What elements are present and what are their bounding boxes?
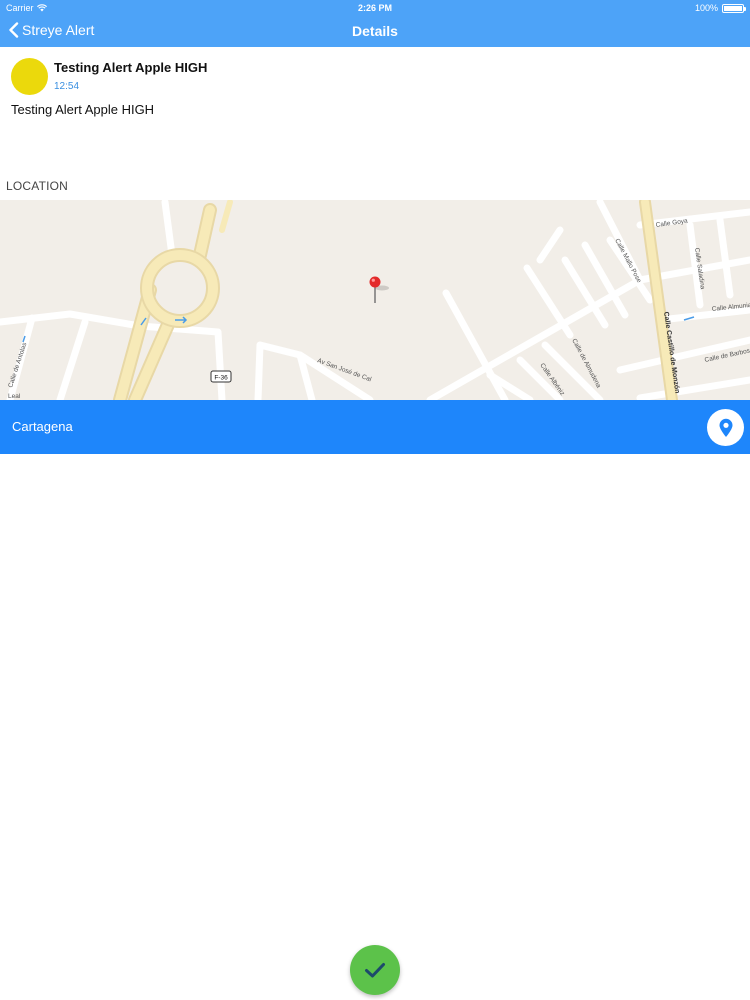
checkmark-icon — [365, 963, 385, 978]
battery-fill — [724, 5, 742, 11]
back-button[interactable]: Streye Alert — [8, 22, 94, 38]
location-section-label: LOCATION — [6, 179, 69, 193]
location-bar: Cartagena — [0, 400, 750, 454]
alert-message: Testing Alert Apple HIGH — [11, 102, 155, 117]
location-name: Cartagena — [12, 419, 73, 434]
status-time: 2:26 PM — [357, 3, 392, 13]
road-shield-f36: F-36 — [210, 370, 232, 383]
confirm-button[interactable] — [350, 945, 400, 995]
navigation-bar: Streye Alert Details — [0, 16, 750, 47]
alert-title: Testing Alert Apple HIGH — [54, 60, 208, 75]
street-label: Leal — [8, 393, 21, 400]
page-title: Details — [352, 23, 398, 39]
status-bar: Carrier 2:26 PM 100% — [0, 0, 750, 16]
battery-percent: 100% — [694, 3, 718, 13]
map-canvas[interactable]: F-36 Calle de Antolas Av San José de Cal… — [0, 200, 750, 400]
alert-avatar — [11, 58, 48, 95]
battery-icon — [722, 3, 746, 13]
back-button-label: Streye Alert — [22, 22, 95, 38]
top-bar: Carrier 2:26 PM 100% Streye Alert Detail… — [0, 0, 750, 47]
alert-time: 12:54 — [54, 81, 80, 92]
location-map[interactable]: F-36 Calle de Antolas Av San José de Cal… — [0, 200, 750, 400]
open-location-button[interactable] — [707, 409, 744, 446]
road-shield-label: F-36 — [214, 375, 228, 382]
battery-indicator: 100% — [694, 3, 746, 13]
chevron-left-icon — [9, 22, 19, 38]
location-pin-icon — [719, 418, 732, 437]
